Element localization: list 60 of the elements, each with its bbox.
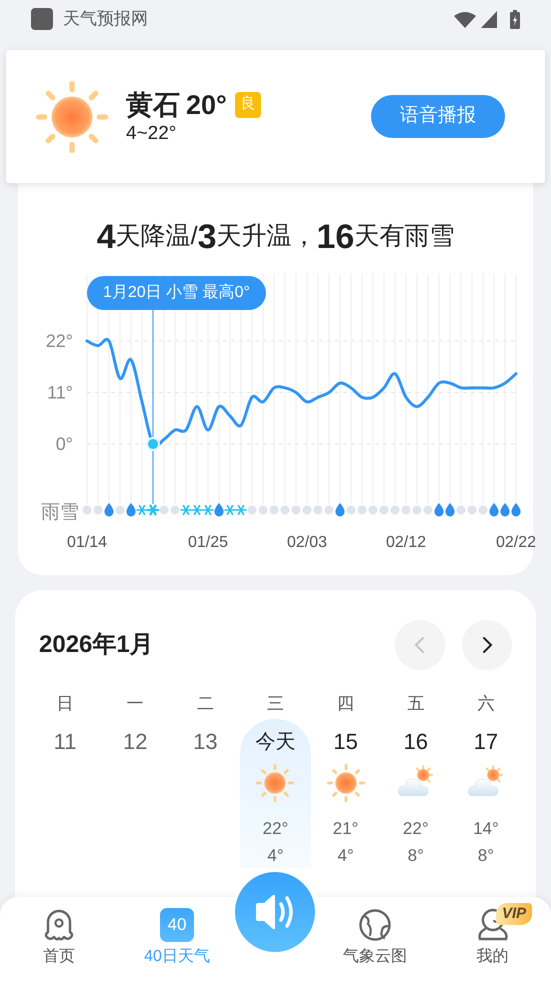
trend-summary: 4天降温/3天升温，16天有雨雪 [96, 219, 454, 255]
signal-icon [481, 10, 497, 28]
sun-icon [34, 78, 110, 154]
vip-badge: VIP [496, 903, 532, 925]
next-month-button[interactable] [462, 620, 512, 670]
day-column[interactable]: 今天 22° 4° [240, 719, 311, 868]
day-column[interactable]: 15 21° 4° [310, 719, 381, 868]
weekday-label: 日 [56, 693, 75, 715]
app-icon [31, 8, 53, 30]
wifi-icon [454, 10, 476, 28]
low-temperature: 4° [338, 845, 354, 867]
nav-tab[interactable]: 气象云图 [343, 897, 407, 981]
weekday-label: 三 [266, 693, 285, 715]
day-label: 17 [474, 728, 498, 756]
weekday-label: 一 [126, 693, 145, 715]
day-column[interactable]: 16 22° 8° [380, 719, 451, 868]
battery-icon [510, 10, 520, 28]
day-column[interactable]: 13 [170, 719, 240, 757]
temperature-range: 4~22° [126, 122, 178, 146]
day-label: 13 [193, 728, 218, 756]
date-label: 02/03 [286, 534, 328, 551]
current-temperature: 20° [186, 88, 227, 122]
month-title: 2026年1月 [39, 630, 154, 660]
nav-tab[interactable]: 首页 [41, 897, 77, 981]
date-label: 02/22 [496, 534, 536, 551]
chart-tooltip: 1月20日 小雪 最高0° [87, 276, 266, 310]
day-label: 12 [122, 728, 148, 756]
weekday-label: 二 [196, 693, 215, 715]
y-axis-label: 11° [47, 382, 73, 403]
weekday-label: 四 [336, 693, 356, 715]
selected-point [146, 437, 160, 452]
y-axis-label: 22° [46, 330, 73, 351]
date-label: 02/12 [386, 534, 426, 551]
air-quality-badge: 良 [234, 92, 261, 118]
low-temperature: 8° [478, 845, 494, 867]
day-label: 今天 [255, 730, 296, 755]
chevron-left-icon [413, 635, 427, 655]
date-label: 01/14 [66, 534, 108, 551]
day-column[interactable]: 17 14° 8° [450, 719, 521, 868]
high-temperature: 22° [402, 818, 429, 840]
app-name: 天气预报网 [63, 8, 148, 30]
day-column[interactable]: 12 [100, 719, 170, 757]
date-label: 01/25 [188, 534, 228, 551]
high-temperature: 14° [473, 818, 499, 840]
high-temperature: 22° [262, 818, 288, 840]
day-label: 11 [54, 728, 76, 756]
precipitation-label: 雨雪 [41, 502, 79, 523]
high-temperature: 21° [332, 818, 358, 840]
weekday-label: 五 [406, 693, 426, 715]
city-name: 黄石 [126, 88, 180, 122]
chevron-right-icon [480, 635, 494, 655]
day-label: 16 [404, 728, 428, 756]
day-label: 15 [333, 728, 358, 756]
y-axis-label: 0° [56, 434, 73, 454]
calendar-icon: 40 [160, 908, 194, 942]
low-temperature: 8° [408, 845, 424, 867]
low-temperature: 4° [267, 845, 284, 867]
globe-icon [358, 908, 392, 942]
day-column[interactable]: 11 [30, 719, 100, 757]
weekday-label: 六 [476, 693, 496, 715]
